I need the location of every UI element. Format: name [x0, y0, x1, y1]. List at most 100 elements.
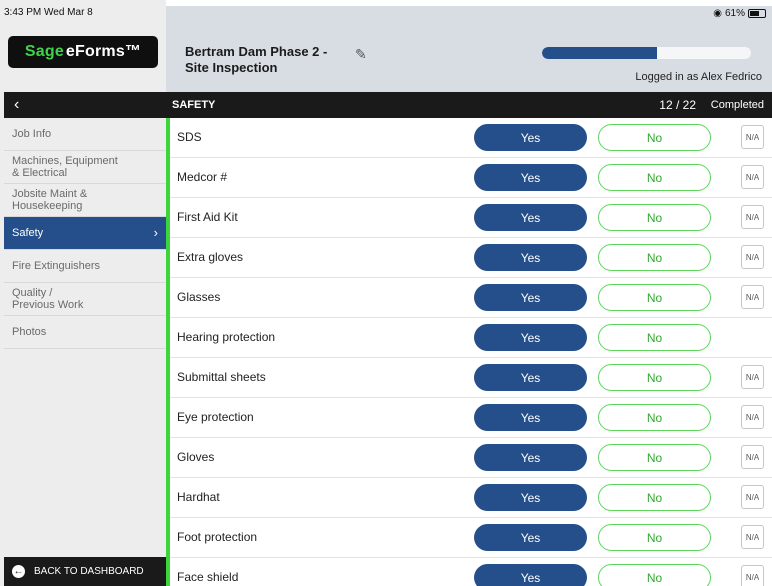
question-label: Extra gloves: [177, 250, 244, 264]
question-row: Face shield Yes No N/A: [170, 558, 772, 586]
sidebar-item-quality[interactable]: Quality / Previous Work: [4, 283, 166, 316]
question-row: Medcor # Yes No N/A: [170, 158, 772, 198]
section-title: SAFETY: [172, 99, 216, 111]
progress-bar: [542, 47, 751, 59]
sidebar-item-photos[interactable]: Photos: [4, 316, 166, 349]
yes-button[interactable]: Yes: [474, 404, 587, 431]
yes-button[interactable]: Yes: [474, 444, 587, 471]
question-label: Foot protection: [177, 530, 258, 544]
question-row: Eye protection Yes No N/A: [170, 398, 772, 438]
left-column: 3:43 PM Wed Mar 8 Sage eForms™ ‹ Job Inf…: [0, 0, 166, 586]
na-button[interactable]: N/A: [741, 525, 764, 549]
no-button[interactable]: No: [598, 404, 711, 431]
yes-button[interactable]: Yes: [474, 364, 587, 391]
question-label: Hearing protection: [177, 330, 276, 344]
question-row: Extra gloves Yes No N/A: [170, 238, 772, 278]
status-time: 3:43 PM Wed Mar 8: [4, 7, 93, 18]
sidebar-item-machines[interactable]: Machines, Equipment & Electrical: [4, 151, 166, 184]
yes-button[interactable]: Yes: [474, 244, 587, 271]
logo-eforms: eForms™: [65, 43, 142, 60]
question-label: Glasses: [177, 290, 221, 304]
progress-fill: [542, 47, 657, 59]
no-button[interactable]: No: [598, 524, 711, 551]
sidebar-item-label: Job Info: [12, 128, 52, 140]
question-row: SDS Yes No N/A: [170, 118, 772, 158]
sidebar-item-safety[interactable]: Safety ›: [4, 217, 166, 250]
sidebar-item-label: Safety: [12, 227, 44, 239]
sidebar-item-label: Photos: [12, 326, 47, 338]
na-button[interactable]: N/A: [741, 205, 764, 229]
na-button[interactable]: N/A: [741, 485, 764, 509]
question-list: SDS Yes No N/A Medcor # Yes No N/A First Aid Kit…: [166, 118, 772, 586]
sidebar-item-label: Jobsite Maint & Housekeeping: [12, 188, 88, 212]
sidebar-item-label: Fire Extinguishers: [12, 260, 101, 272]
sidebar-item-label: Machines, Equipment & Electrical: [12, 155, 118, 179]
na-button[interactable]: N/A: [741, 405, 764, 429]
section-count: 12 / 22: [659, 98, 696, 112]
section-bar: SAFETY 12 / 22 Completed: [166, 92, 772, 118]
no-button[interactable]: No: [598, 244, 711, 271]
yes-button[interactable]: Yes: [474, 524, 587, 551]
yes-button[interactable]: Yes: [474, 124, 587, 151]
no-button[interactable]: No: [598, 364, 711, 391]
back-to-dashboard-button[interactable]: ← BACK TO DASHBOARD: [4, 557, 166, 586]
back-chevron-icon[interactable]: ‹: [14, 97, 19, 113]
yes-button[interactable]: Yes: [474, 484, 587, 511]
section-status: Completed: [710, 99, 764, 111]
form-header: ◉ 61% Bertram Dam Phase 2 - Site Inspect…: [166, 6, 772, 92]
na-button[interactable]: N/A: [741, 165, 764, 189]
question-row: Glasses Yes No N/A: [170, 278, 772, 318]
na-button[interactable]: N/A: [741, 565, 764, 586]
na-button[interactable]: N/A: [741, 285, 764, 309]
logo-sage: Sage: [24, 43, 64, 60]
logged-in-label: Logged in as Alex Fedrico: [635, 71, 762, 83]
battery-percent: 61%: [724, 8, 745, 19]
question-row: Gloves Yes No N/A: [170, 438, 772, 478]
no-button[interactable]: No: [598, 444, 711, 471]
wifi-icon: ◉: [713, 8, 722, 19]
chevron-right-icon: ›: [153, 225, 158, 240]
arrow-left-circle-icon: ←: [12, 565, 25, 578]
question-row: Hardhat Yes No N/A: [170, 478, 772, 518]
yes-button[interactable]: Yes: [474, 164, 587, 191]
back-to-dashboard-label: BACK TO DASHBOARD: [34, 566, 144, 577]
yes-button[interactable]: Yes: [474, 284, 587, 311]
sidebar-item-label: Quality / Previous Work: [12, 287, 84, 311]
na-button[interactable]: N/A: [741, 245, 764, 269]
question-label: Eye protection: [177, 410, 254, 424]
no-button[interactable]: No: [598, 564, 711, 586]
question-row: First Aid Kit Yes No N/A: [170, 198, 772, 238]
yes-button[interactable]: Yes: [474, 324, 587, 351]
question-label: Medcor #: [177, 170, 228, 184]
na-button[interactable]: N/A: [741, 365, 764, 389]
question-row: Submittal sheets Yes No N/A: [170, 358, 772, 398]
form-title: Bertram Dam Phase 2 - Site Inspection: [185, 44, 328, 75]
na-button[interactable]: N/A: [741, 125, 764, 149]
no-button[interactable]: No: [598, 324, 711, 351]
yes-button[interactable]: Yes: [474, 204, 587, 231]
pencil-icon[interactable]: ✎: [355, 46, 367, 63]
question-label: Submittal sheets: [177, 370, 266, 384]
sage-eforms-logo: Sage eForms™: [8, 36, 158, 68]
question-label: Gloves: [177, 450, 215, 464]
sidebar-item-fire-extinguishers[interactable]: Fire Extinguishers: [4, 250, 166, 283]
no-button[interactable]: No: [598, 164, 711, 191]
no-button[interactable]: No: [598, 484, 711, 511]
yes-button[interactable]: Yes: [474, 564, 587, 586]
question-row: Hearing protection Yes No: [170, 318, 772, 358]
status-right: ◉ 61%: [713, 8, 766, 19]
sidebar-item-job-info[interactable]: Job Info: [4, 118, 166, 151]
question-label: First Aid Kit: [177, 210, 238, 224]
left-nav-bar: ‹: [4, 92, 166, 118]
no-button[interactable]: No: [598, 204, 711, 231]
question-label: Hardhat: [177, 490, 220, 504]
sidebar: Job Info Machines, Equipment & Electrica…: [4, 118, 166, 349]
na-button[interactable]: N/A: [741, 445, 764, 469]
question-label: SDS: [177, 130, 202, 144]
question-label: Face shield: [177, 570, 239, 584]
no-button[interactable]: No: [598, 124, 711, 151]
no-button[interactable]: No: [598, 284, 711, 311]
question-row: Foot protection Yes No N/A: [170, 518, 772, 558]
battery-icon: [748, 9, 766, 18]
sidebar-item-jobsite-maint[interactable]: Jobsite Maint & Housekeeping: [4, 184, 166, 217]
